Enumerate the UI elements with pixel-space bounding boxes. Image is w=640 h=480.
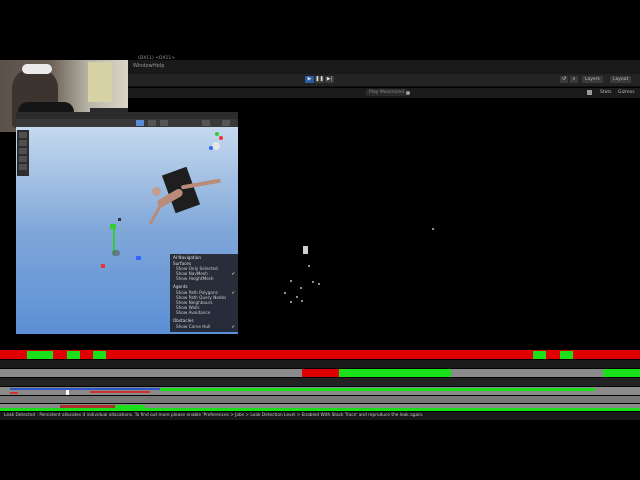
orientation-gizmo[interactable] <box>212 142 220 150</box>
leak-warning-message[interactable]: Leak Detected : Persistent allocates 4 i… <box>4 413 423 418</box>
profiler-segment-green <box>533 351 546 359</box>
option-show-carve-hull[interactable]: Show Carve Hull <box>176 324 210 329</box>
2d-toggle-icon[interactable] <box>136 120 144 126</box>
agent-dot <box>284 292 286 294</box>
profiler-row-6[interactable] <box>0 396 640 403</box>
gizmo-z-axis[interactable] <box>209 146 213 150</box>
profiler-row-2 <box>0 360 640 368</box>
profiler-segment-green <box>339 369 451 377</box>
option-show-heightmesh[interactable]: Show HeightMesh <box>176 276 214 281</box>
profiler-segment-green <box>115 405 145 411</box>
mouse-cursor <box>66 390 69 395</box>
option-show-avoidance[interactable]: Show Avoidance <box>176 310 210 315</box>
history-icon[interactable]: ↺ <box>560 76 568 83</box>
agent-dot <box>290 301 292 303</box>
profiler-segment-green <box>603 369 640 377</box>
play-mode-dropdown[interactable]: Play Maximized <box>366 89 407 96</box>
overlay-header: AI Navigation <box>173 255 202 260</box>
agent-dot <box>300 287 302 289</box>
small-marker <box>118 218 121 221</box>
agent-dot <box>301 300 303 302</box>
agent-dot <box>318 283 320 285</box>
layers-dropdown[interactable]: Layers <box>582 76 603 83</box>
hand-tool-icon[interactable] <box>19 132 27 138</box>
window-title: (DX11) <DX11> <box>138 56 176 61</box>
agent-dot <box>432 228 434 230</box>
profiler-row-4 <box>0 378 640 386</box>
ai-navigation-overlay: AI Navigation Surfaces Show Only Selecte… <box>170 254 238 332</box>
gizmos-button[interactable]: Gizmos <box>615 89 638 96</box>
agent-dot <box>312 281 314 283</box>
profiler-segment-green <box>93 351 106 359</box>
menu-item-help[interactable]: Help <box>153 63 164 69</box>
section-agents[interactable]: Agents <box>173 284 188 289</box>
checkmark-icon[interactable]: ✔ <box>232 271 235 276</box>
gizmos-toggle-icon[interactable] <box>202 120 210 126</box>
wall-poster <box>88 62 112 102</box>
agent-dot <box>296 296 298 298</box>
move-handle-x[interactable] <box>101 264 105 268</box>
pause-icon[interactable]: ❚❚ <box>315 76 324 83</box>
profiler-segment-green <box>67 351 80 359</box>
menu-item-window[interactable]: Window <box>133 63 153 69</box>
tool-palette <box>17 130 29 176</box>
audio-toggle-icon[interactable] <box>160 120 168 126</box>
step-icon[interactable]: ▶| <box>325 76 334 83</box>
profiler-segment-red <box>90 391 150 393</box>
agent-dot <box>290 280 292 282</box>
profiler-segment-green <box>560 351 573 359</box>
section-obstacles[interactable]: Obstacles <box>173 318 194 323</box>
stats-button[interactable]: Stats <box>597 89 615 96</box>
rotate-tool-icon[interactable] <box>19 148 27 154</box>
move-handle-z[interactable] <box>136 256 141 260</box>
profiler-segment-green <box>0 408 640 411</box>
mannequin-head <box>152 187 161 196</box>
profiler-segment-red <box>10 392 18 394</box>
search-icon[interactable]: ⌕ <box>570 76 578 83</box>
settings-icon[interactable] <box>406 91 410 95</box>
scene-toolbar <box>16 119 238 127</box>
agent-dot <box>308 265 310 267</box>
layout-dropdown[interactable]: Layout <box>610 76 632 83</box>
gizmo-x-axis[interactable] <box>219 136 223 140</box>
play-icon[interactable]: ▶ <box>305 76 314 83</box>
scene-tab-bar <box>16 112 238 119</box>
scale-tool-icon[interactable] <box>19 156 27 162</box>
move-tool-icon[interactable] <box>19 140 27 146</box>
checkmark-icon[interactable]: ✔ <box>232 324 235 329</box>
console-status-bar[interactable]: Leak Detected : Persistent allocates 4 i… <box>0 412 640 420</box>
camera-icon[interactable] <box>222 120 230 126</box>
lighting-icon[interactable] <box>148 120 156 126</box>
profiler-segment-blue <box>10 388 160 390</box>
mannequin-arm <box>148 202 164 225</box>
profiler-segment-green <box>160 388 595 391</box>
audio-icon[interactable] <box>587 90 592 95</box>
rect-tool-icon[interactable] <box>19 164 27 170</box>
move-handle-y-tip[interactable] <box>110 224 116 229</box>
handle-center[interactable] <box>112 250 120 256</box>
checkmark-icon[interactable]: ✔ <box>232 290 235 295</box>
gizmo-y-axis[interactable] <box>215 132 219 136</box>
agent-figure <box>303 246 308 254</box>
vr-headset <box>22 64 52 74</box>
profiler-segment-red <box>302 369 339 377</box>
profiler-segment-green <box>27 351 53 359</box>
